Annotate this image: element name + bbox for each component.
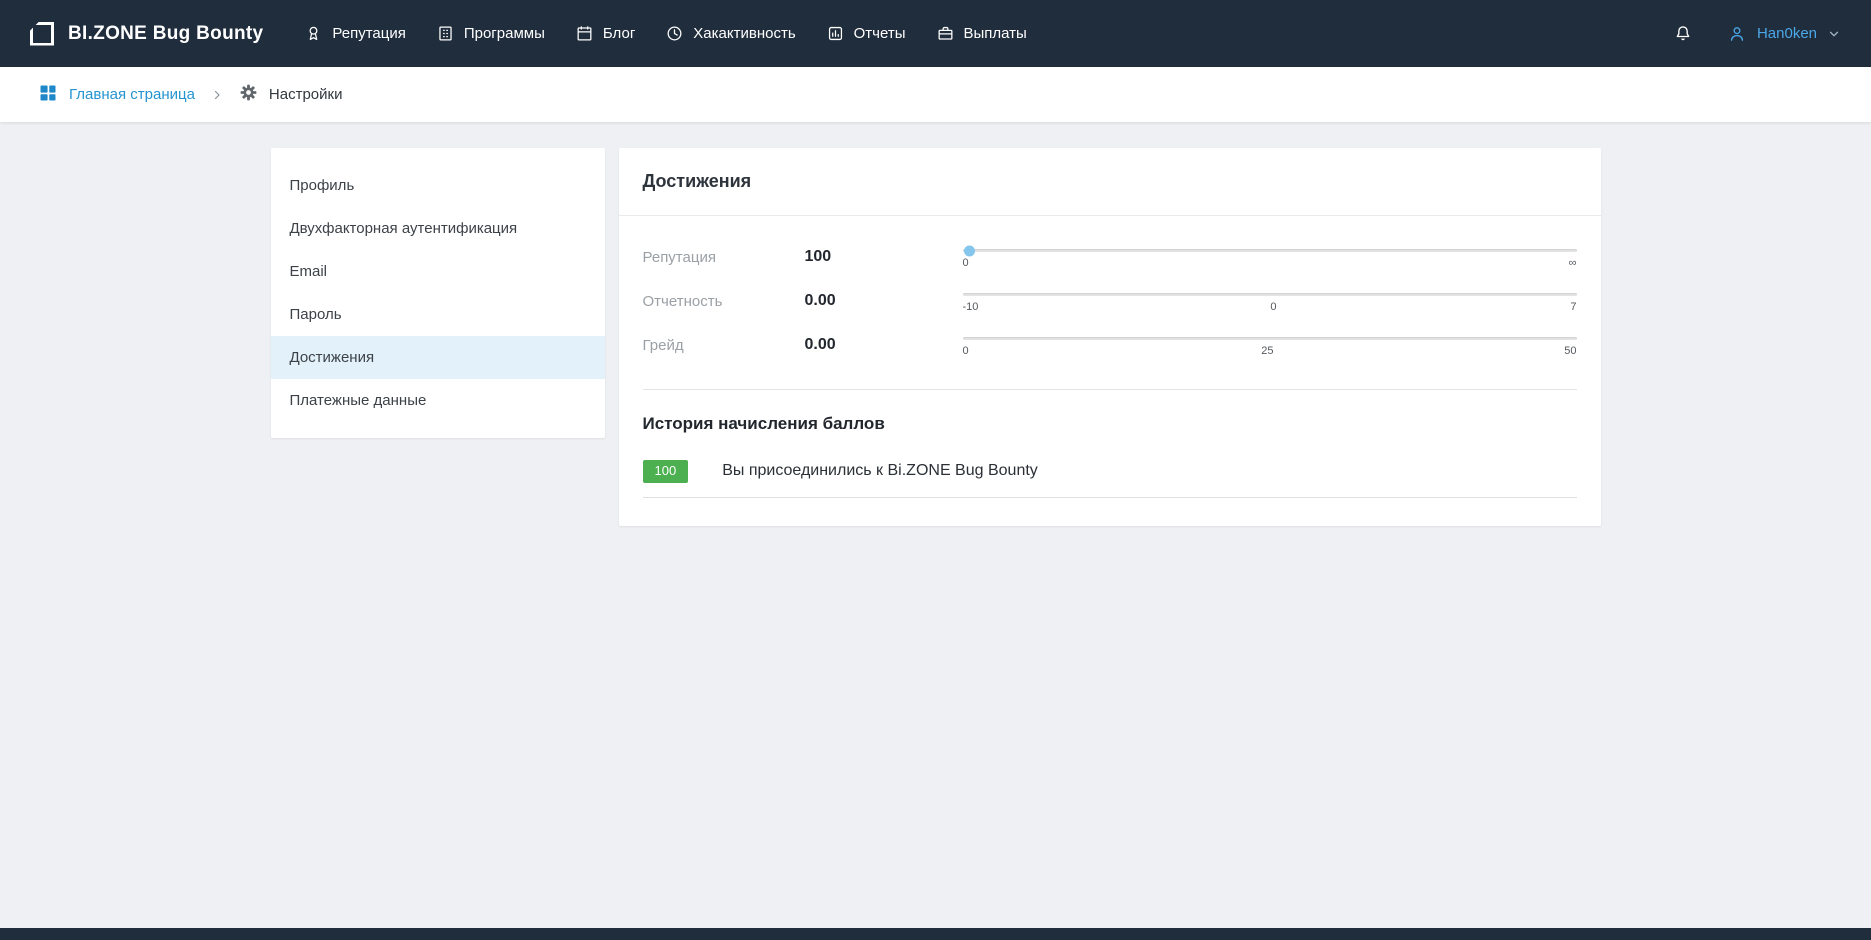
settings-menu-item-achievements[interactable]: Достижения: [271, 336, 605, 379]
metric-row-reputation: Репутация 100 0 ∞: [643, 246, 1577, 269]
username-label: Han0ken: [1757, 25, 1817, 42]
chevron-right-icon: [211, 89, 223, 101]
metric-label: Репутация: [643, 246, 805, 266]
points-history-title: История начисления баллов: [643, 414, 1577, 434]
scale-ticks: -10 0 7: [963, 301, 1577, 313]
metric-scale: 0 25 50: [963, 334, 1577, 357]
dashboard-grid-icon: [38, 83, 58, 107]
metric-scale: 0 ∞: [963, 246, 1577, 269]
footer-bar: [0, 928, 1871, 940]
gear-icon: [239, 83, 258, 106]
nav-item-label: Выплаты: [964, 25, 1027, 42]
nav-item-label: Репутация: [332, 25, 405, 42]
history-entry: 100 Вы присоединились к Bi.ZONE Bug Boun…: [643, 460, 1577, 498]
metric-label: Отчетность: [643, 290, 805, 310]
nav-item-label: Отчеты: [854, 25, 906, 42]
points-badge: 100: [643, 460, 689, 483]
tick-min: 0: [963, 257, 971, 269]
history-entry-text: Вы присоединились к Bi.ZONE Bug Bounty: [722, 462, 1038, 480]
nav-item-reports[interactable]: Отчеты: [811, 14, 921, 53]
scale-track: [963, 293, 1577, 296]
building-icon: [436, 24, 455, 43]
tick-max: 7: [1569, 301, 1577, 313]
tick-min: 0: [963, 345, 971, 357]
scale-track: [963, 337, 1577, 340]
main-nav: Репутация Программы Блог Хакактивность О…: [289, 14, 1041, 53]
user-menu[interactable]: Han0ken: [1727, 24, 1841, 44]
achievements-card: Достижения Репутация 100 0 ∞: [619, 148, 1601, 526]
tick-mid: 0: [1269, 301, 1277, 313]
metric-value: 0.00: [805, 290, 963, 310]
settings-menu-item-profile[interactable]: Профиль: [271, 164, 605, 207]
nav-item-reputation[interactable]: Репутация: [289, 14, 420, 53]
history-clock-icon: [665, 24, 684, 43]
settings-menu: Профиль Двухфакторная аутентификация Ema…: [271, 148, 605, 438]
nav-item-payouts[interactable]: Выплаты: [921, 14, 1042, 53]
tick-mid: [1266, 257, 1274, 269]
metric-value: 0.00: [805, 334, 963, 354]
metrics-section: Репутация 100 0 ∞ Отчетность: [643, 216, 1577, 390]
bell-icon: [1673, 24, 1693, 44]
nav-item-programs[interactable]: Программы: [421, 14, 560, 53]
nav-item-label: Программы: [464, 25, 545, 42]
achievements-title: Достижения: [619, 148, 1601, 216]
metric-scale: -10 0 7: [963, 290, 1577, 313]
settings-menu-item-2fa[interactable]: Двухфакторная аутентификация: [271, 207, 605, 250]
scale-marker-dot: [964, 245, 975, 256]
calendar-icon: [575, 24, 594, 43]
metric-label: Грейд: [643, 334, 805, 354]
nav-item-blog[interactable]: Блог: [560, 14, 650, 53]
breadcrumb-current: Настройки: [239, 83, 343, 106]
breadcrumb: Главная страница Настройки: [0, 67, 1871, 122]
tick-mid: 25: [1261, 345, 1273, 357]
settings-menu-item-email[interactable]: Email: [271, 250, 605, 293]
nav-item-label: Блог: [603, 25, 635, 42]
metric-row-grade: Грейд 0.00 0 25 50: [643, 334, 1577, 357]
bar-chart-icon: [826, 24, 845, 43]
nav-item-label: Хакактивность: [693, 25, 795, 42]
tick-max: 50: [1564, 345, 1576, 357]
brand[interactable]: BI.ZONE Bug Bounty: [30, 22, 263, 46]
navbar-right: Han0ken: [1669, 20, 1841, 48]
settings-menu-item-payment[interactable]: Платежные данные: [271, 379, 605, 422]
brand-title: BI.ZONE Bug Bounty: [68, 23, 263, 45]
scale-ticks: 0 25 50: [963, 345, 1577, 357]
medal-icon: [304, 24, 323, 43]
metric-value: 100: [805, 246, 963, 266]
tick-max: ∞: [1569, 257, 1577, 269]
metric-row-reporting: Отчетность 0.00 -10 0 7: [643, 290, 1577, 313]
main-content: Профиль Двухфакторная аутентификация Ema…: [0, 122, 1871, 526]
bizone-logo-icon: [30, 22, 54, 46]
user-icon: [1727, 24, 1747, 44]
scale-track: [963, 249, 1577, 252]
navbar: BI.ZONE Bug Bounty Репутация Программы Б…: [0, 0, 1871, 67]
chevron-down-icon: [1827, 27, 1841, 41]
scale-ticks: 0 ∞: [963, 257, 1577, 269]
points-history-section: История начисления баллов 100 Вы присоед…: [619, 390, 1601, 526]
breadcrumb-current-label: Настройки: [269, 86, 343, 103]
breadcrumb-home-label: Главная страница: [69, 86, 195, 103]
notifications-bell-button[interactable]: [1669, 20, 1697, 48]
settings-menu-item-password[interactable]: Пароль: [271, 293, 605, 336]
nav-item-hackactivity[interactable]: Хакактивность: [650, 14, 810, 53]
breadcrumb-home-link[interactable]: Главная страница: [38, 83, 195, 107]
briefcase-icon: [936, 24, 955, 43]
tick-min: -10: [963, 301, 979, 313]
